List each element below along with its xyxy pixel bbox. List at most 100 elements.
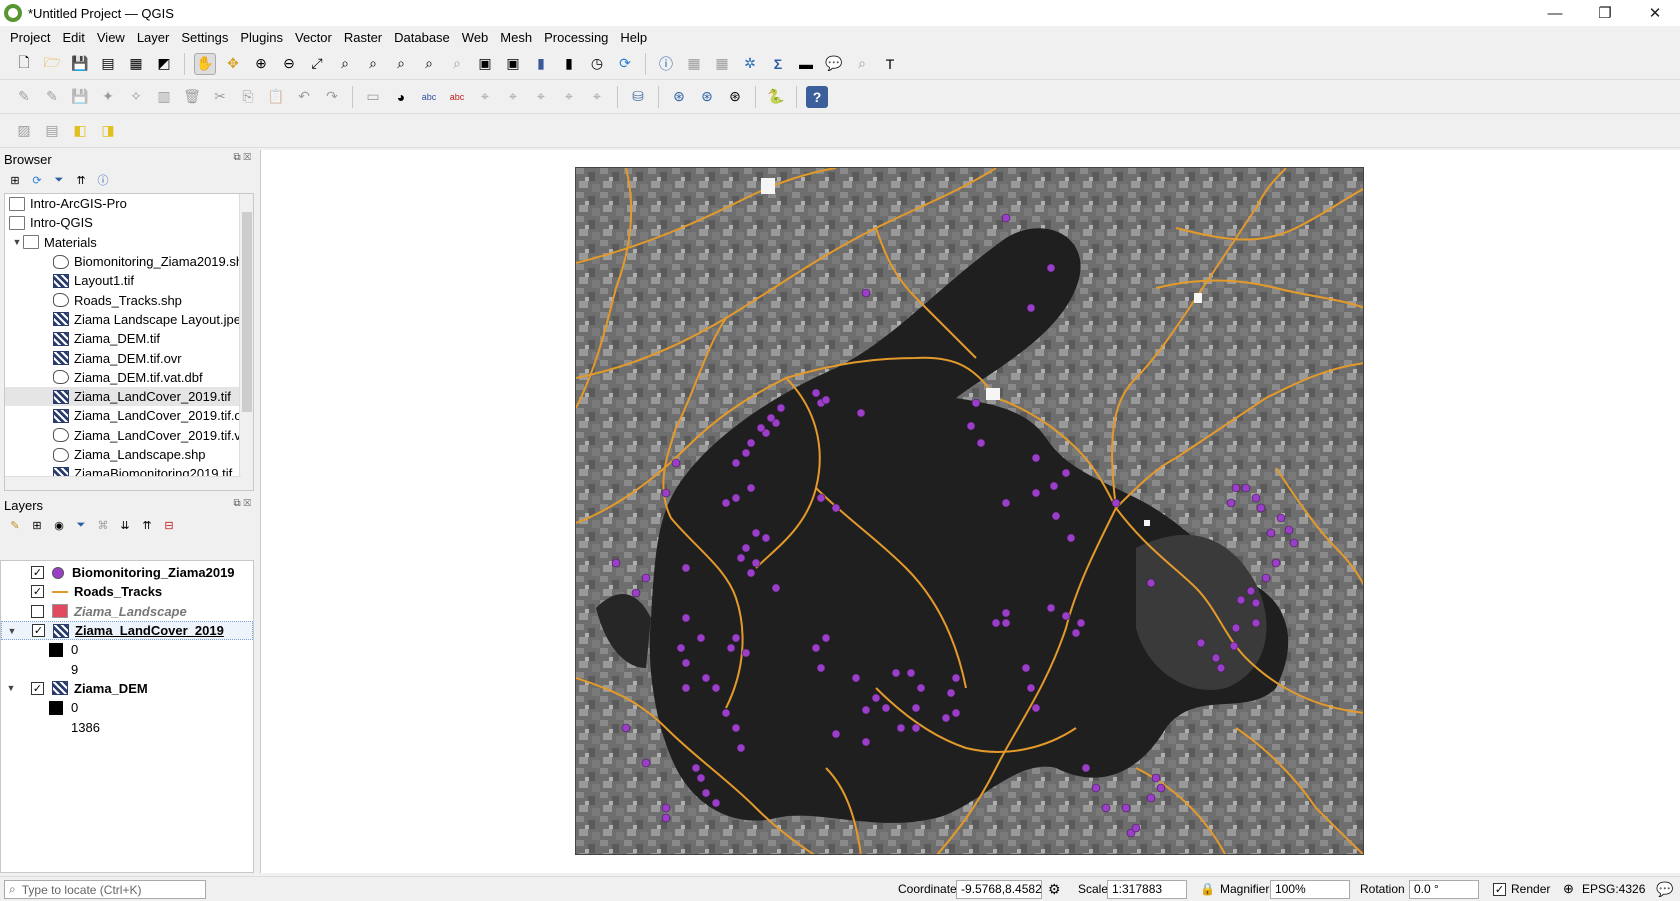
menu-layer[interactable]: Layer	[131, 30, 176, 45]
menu-help[interactable]: Help	[614, 30, 653, 45]
crs-label[interactable]: EPSG:4326	[1582, 882, 1645, 896]
layer-visibility-checkbox[interactable]: ✓	[31, 681, 44, 695]
pan-to-selection-icon[interactable]: ✥	[222, 53, 244, 75]
identify-icon[interactable]: ⓘ	[655, 53, 677, 75]
rotate-label-icon[interactable]: ⌖	[558, 86, 580, 108]
menu-edit[interactable]: Edit	[56, 30, 90, 45]
panel-controls-icon[interactable]: ⧉ ☒	[234, 152, 251, 163]
remove-layer-icon[interactable]: ⊟	[161, 517, 177, 533]
locator-search[interactable]: ⌕ Type to locate (Ctrl+K)	[4, 880, 206, 899]
temporal-controller-icon[interactable]: ◷	[586, 53, 608, 75]
metasearch-settings-icon[interactable]: ⊛	[696, 86, 718, 108]
menu-processing[interactable]: Processing	[538, 30, 614, 45]
map-view[interactable]	[575, 167, 1364, 855]
menu-view[interactable]: View	[91, 30, 131, 45]
properties-icon[interactable]: ⓘ	[95, 172, 111, 188]
show-bookmarks-icon[interactable]: ▮	[558, 53, 580, 75]
legend-item[interactable]: 1386	[1, 717, 253, 736]
text-annotation-icon[interactable]: T	[879, 53, 901, 75]
lock-scale-icon[interactable]: 🔒	[1200, 882, 1215, 896]
filter-legend-icon[interactable]: ⏷	[73, 517, 89, 533]
metasearch-globe-icon[interactable]: ⊛	[724, 86, 746, 108]
select-by-value-icon[interactable]: ▤	[41, 120, 63, 142]
zoom-next-icon[interactable]: ⌕	[446, 53, 468, 75]
browser-item[interactable]: Roads_Tracks.shp	[5, 290, 253, 309]
close-button[interactable]: ✕	[1630, 0, 1680, 26]
legend-item[interactable]: 0	[1, 640, 253, 659]
new-3d-view-icon[interactable]: ▣	[502, 53, 524, 75]
menu-settings[interactable]: Settings	[175, 30, 234, 45]
label-toolbar-icon[interactable]: ▭	[362, 86, 384, 108]
magnifier-field[interactable]: 100%	[1270, 879, 1350, 899]
toggle-editing-icon[interactable]: ✎	[41, 86, 63, 108]
field-calculator-icon[interactable]: ▦	[711, 53, 733, 75]
metasearch-icon[interactable]: ⊛	[668, 86, 690, 108]
open-project-icon[interactable]: 🗁	[41, 53, 63, 75]
paste-features-icon[interactable]: 📋	[265, 86, 287, 108]
redo-icon[interactable]: ↷	[321, 86, 343, 108]
browser-item[interactable]: Ziama Landscape Layout.jpe	[5, 310, 253, 329]
add-feature-icon[interactable]: ✦	[97, 86, 119, 108]
current-edits-icon[interactable]: ✎	[13, 86, 35, 108]
layer-labeling-icon[interactable]: ◕	[390, 86, 412, 108]
menu-project[interactable]: Project	[4, 30, 56, 45]
expand-all-icon[interactable]: ⇊	[117, 517, 133, 533]
select-features-icon[interactable]: ⌕	[851, 53, 873, 75]
layer-visibility-checkbox[interactable]: ✓	[31, 566, 44, 580]
browser-item[interactable]: Intro-ArcGIS-Pro	[5, 194, 253, 213]
refresh-icon[interactable]: ⟳	[614, 53, 636, 75]
refresh-browser-icon[interactable]: ⟳	[29, 172, 45, 188]
processing-toolbox-icon[interactable]: ✲	[739, 53, 761, 75]
python-console-icon[interactable]: 🐍	[765, 86, 787, 108]
legend-item[interactable]: 9	[1, 659, 253, 678]
browser-item[interactable]: Layout1.tif	[5, 271, 253, 290]
browser-item[interactable]: Ziama_LandCover_2019.tif.va	[5, 426, 253, 445]
menu-vector[interactable]: Vector	[289, 30, 338, 45]
crs-globe-icon[interactable]: ⊕	[1563, 881, 1574, 897]
delete-selected-icon[interactable]: 🗑	[181, 86, 203, 108]
measure-icon[interactable]: ▬	[795, 53, 817, 75]
browser-item[interactable]: Ziama_LandCover_2019.tif	[5, 386, 253, 407]
layer-visibility-checkbox[interactable]: ✓	[31, 585, 44, 599]
menu-raster[interactable]: Raster	[338, 30, 388, 45]
layer-item[interactable]: ✓ Roads_Tracks	[1, 582, 253, 601]
browser-item[interactable]: Intro-QGIS	[5, 213, 253, 232]
style-manager-icon[interactable]: ◩	[153, 53, 175, 75]
collapse-all-icon[interactable]: ⇈	[73, 172, 89, 188]
browser-item[interactable]: Biomonitoring_Ziama2019.sh	[5, 252, 253, 271]
label-abc-icon[interactable]: abc	[418, 86, 440, 108]
browser-item[interactable]: Ziama_Landscape.shp	[5, 445, 253, 464]
zoom-layer-icon[interactable]: ⌕	[362, 53, 384, 75]
browser-item[interactable]: Ziama_DEM.tif.ovr	[5, 348, 253, 367]
toggle-extents-icon[interactable]: ⚙	[1048, 881, 1061, 898]
map-render[interactable]	[576, 168, 1364, 855]
zoom-native-icon[interactable]: ⌕	[390, 53, 412, 75]
layout-manager-icon[interactable]: ▦	[125, 53, 147, 75]
filter-browser-icon[interactable]: ⏷	[51, 172, 67, 188]
change-label-icon[interactable]: ⌖	[586, 86, 608, 108]
undo-icon[interactable]: ↶	[293, 86, 315, 108]
modify-attributes-icon[interactable]: ▥	[153, 86, 175, 108]
menu-mesh[interactable]: Mesh	[494, 30, 538, 45]
browser-item[interactable]: Ziama_DEM.tif	[5, 329, 253, 348]
filter-expression-icon[interactable]: ⌘	[95, 517, 111, 533]
db-manager-icon[interactable]: ⛁	[627, 86, 649, 108]
zoom-out-icon[interactable]: ⊖	[278, 53, 300, 75]
render-checkbox[interactable]: ✓	[1493, 883, 1506, 896]
browser-item[interactable]: Ziama_DEM.tif.vat.dbf	[5, 368, 253, 387]
zoom-in-icon[interactable]: ⊕	[250, 53, 272, 75]
label-abc-red-icon[interactable]: abc	[446, 86, 468, 108]
layer-item[interactable]: Ziama_Landscape	[1, 602, 253, 621]
coordinate-field[interactable]: -9.5768,8.4582	[956, 879, 1042, 899]
layer-item[interactable]: ✓ Biomonitoring_Ziama2019	[1, 563, 253, 582]
help-icon[interactable]: ?	[806, 85, 828, 108]
zoom-last-icon[interactable]: ⌕	[418, 53, 440, 75]
highlight-pinned-icon[interactable]: ⌖	[502, 86, 524, 108]
add-group-icon[interactable]: ⊞	[29, 517, 45, 533]
pan-icon[interactable]: ✋	[194, 52, 216, 75]
manage-themes-icon[interactable]: ◉	[51, 517, 67, 533]
open-styling-panel-icon[interactable]: ✎	[7, 517, 23, 533]
new-map-view-icon[interactable]: ▣	[474, 53, 496, 75]
minimize-button[interactable]: —	[1530, 0, 1580, 26]
select-by-area-icon[interactable]: ▨	[13, 120, 35, 142]
